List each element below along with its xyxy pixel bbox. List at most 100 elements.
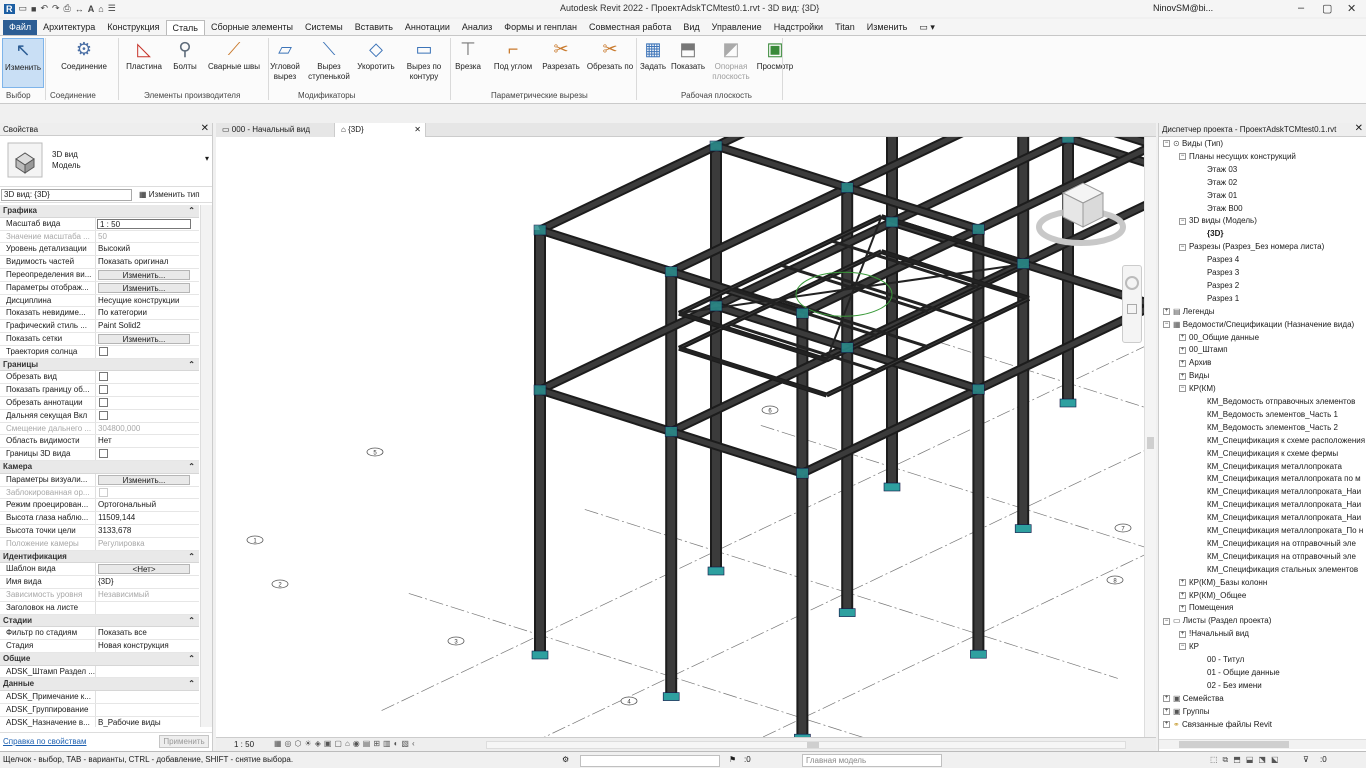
property-checkbox[interactable] [99,397,108,407]
property-value[interactable]: Ортогональный [96,499,199,511]
properties-section[interactable]: Графика ⌃ [0,205,199,218]
browser-item[interactable]: + КР(КМ)_Общее [1179,591,1246,601]
collapse-icon[interactable]: ⌃ [188,653,195,665]
tab-9[interactable]: Формы и генплан [498,20,583,35]
property-value[interactable]: Показать оригинал [96,256,199,268]
property-value[interactable]: По категории [96,307,199,319]
ribbon-button-16[interactable]: ▣ Просмотр [755,38,795,72]
design-option-select[interactable]: Главная модель [802,754,942,767]
chevron-down-icon[interactable]: ▾ [205,154,209,163]
properties-help-link[interactable]: Справка по свойствам [3,737,86,746]
revit-logo-icon[interactable]: R [4,3,15,14]
property-value[interactable]: Новая конструкция [96,640,199,652]
property-value[interactable] [96,487,199,499]
tab-1[interactable]: Архитектура [37,20,101,35]
properties-section[interactable]: Данные ⌃ [0,678,199,692]
expand-toggle-icon[interactable]: + [1179,372,1186,380]
browser-item[interactable]: КМ_Ведомость отправочных элементов [1199,397,1355,407]
ribbon-button-7[interactable]: ◇ Укоротить [354,38,398,72]
worksets-icon[interactable]: ⚙ [562,752,569,768]
minimize-icon[interactable]: – [1298,2,1304,14]
browser-item[interactable]: + ▤ Легенды [1163,307,1215,317]
property-value[interactable] [96,410,199,422]
property-edit-button[interactable]: Изменить... [98,282,190,293]
tab-2[interactable]: Конструкция [101,20,165,35]
property-value[interactable]: Несущие конструкции [96,295,199,307]
browser-item[interactable]: − ⊙ Виды (Тип) [1163,139,1223,149]
collapse-icon[interactable]: ⌃ [188,205,195,217]
ribbon-options-icon[interactable]: ▭ ▾ [913,20,941,35]
browser-item[interactable]: +00_Штамп [1179,345,1228,355]
expand-toggle-icon[interactable]: + [1163,707,1170,715]
tab-7[interactable]: Аннотации [399,20,456,35]
property-value[interactable]: Независимый [96,589,199,601]
3d-viewport[interactable]: 12345678 [216,137,1144,737]
property-edit-button[interactable]: Изменить... [98,474,190,485]
expand-toggle-icon[interactable]: − [1179,385,1186,393]
workset-select[interactable] [580,755,720,767]
tab-12[interactable]: Управление [706,20,768,35]
apply-button[interactable]: Применить [159,735,209,748]
expand-toggle-icon[interactable]: + [1163,720,1170,728]
tab-6[interactable]: Вставить [349,20,399,35]
ribbon-button-15[interactable]: ◩ Опорная плоскость [712,38,750,82]
expand-toggle-icon[interactable]: + [1163,308,1170,316]
ribbon-button-3[interactable]: ⚲ Болты [170,38,200,72]
browser-item[interactable]: КМ_Спецификация к схеме расположения [1199,436,1365,446]
property-value[interactable]: Показать все [96,627,199,639]
browser-item[interactable]: Разрез 1 [1199,294,1239,304]
property-value[interactable]: 50 [96,231,199,243]
browser-item[interactable]: КМ_Спецификация стальных элементов [1199,565,1358,575]
browser-item[interactable]: − КР(КМ) [1179,384,1216,394]
browser-item[interactable]: Этаж 02 [1199,178,1237,188]
ribbon-panel-label-0[interactable]: Выбор [6,91,31,100]
ribbon-button-1[interactable]: ⚙ Соединение [57,38,111,72]
collapse-icon[interactable]: ⌃ [188,551,195,563]
property-checkbox[interactable] [99,449,108,459]
expand-toggle-icon[interactable]: − [1163,140,1170,148]
property-value[interactable]: Регулировка [96,538,199,550]
tab-start-view[interactable]: ▭ 000 - Начальный вид [216,123,334,137]
ribbon-button-12[interactable]: ✂ Обрезать по [584,38,636,72]
selection-options-icons[interactable]: ⬚⧉⬒⬓⬔⬕ [1210,752,1284,768]
property-value[interactable] [96,704,199,716]
browser-item[interactable]: + ⚭ Связанные файлы Revit [1163,720,1272,730]
browser-item[interactable]: Этаж В00 [1199,204,1243,214]
browser-item[interactable]: − КР [1179,642,1199,652]
ribbon-button-13[interactable]: ▦ Задать [639,38,667,72]
property-value[interactable] [96,371,199,383]
ribbon-button-6[interactable]: ⟍ Вырез ступенькой [306,38,352,82]
view-controls-icons[interactable]: ▦◎⬡☀◈▣▢⌂◉▤⊞▥◐▧‹ [274,739,418,748]
print-icon[interactable]: ⎙ [64,3,71,14]
browser-item[interactable]: 01 - Общие данные [1199,668,1280,678]
close-icon[interactable]: ✕ [1347,2,1356,15]
ribbon-button-2[interactable]: ◺ Пластина [122,38,166,72]
property-value[interactable]: Высокий [96,243,199,255]
redo-icon[interactable]: ↷ [52,3,60,14]
viewport-horizontal-scrollbar[interactable] [486,741,1126,749]
property-value[interactable] [96,666,199,678]
ribbon-panel-label-1[interactable]: Соединение [50,91,96,100]
property-value[interactable] [96,346,199,358]
browser-item[interactable]: −3D виды (Модель) [1179,216,1257,226]
browser-item[interactable]: Разрез 4 [1199,255,1239,265]
browser-item[interactable]: КМ_Спецификация металлопроката_По н [1199,526,1363,536]
browser-item[interactable]: КМ_Спецификация к схеме фермы [1199,449,1338,459]
tab-8[interactable]: Анализ [456,20,498,35]
property-value[interactable] [96,384,199,396]
browser-item[interactable]: КМ_Спецификация металлопроката_Наи [1199,513,1361,523]
property-checkbox[interactable] [99,346,108,356]
property-edit-button[interactable]: Изменить... [98,333,190,344]
browser-item[interactable]: Этаж 01 [1199,191,1237,201]
property-checkbox[interactable] [99,410,108,420]
view-cube[interactable] [1031,177,1131,257]
property-value[interactable]: Изменить... [96,269,199,281]
view-scale[interactable]: 1 : 50 [234,740,254,749]
browser-item[interactable]: + !Начальный вид [1179,629,1249,639]
browser-item[interactable]: КМ_Спецификация металлопроката по м [1199,474,1361,484]
property-value[interactable]: Изменить... [96,474,199,486]
expand-toggle-icon[interactable]: − [1179,243,1186,251]
property-value[interactable] [96,448,199,460]
property-checkbox[interactable] [99,487,108,497]
browser-item[interactable]: +00_Общие данные [1179,333,1259,343]
